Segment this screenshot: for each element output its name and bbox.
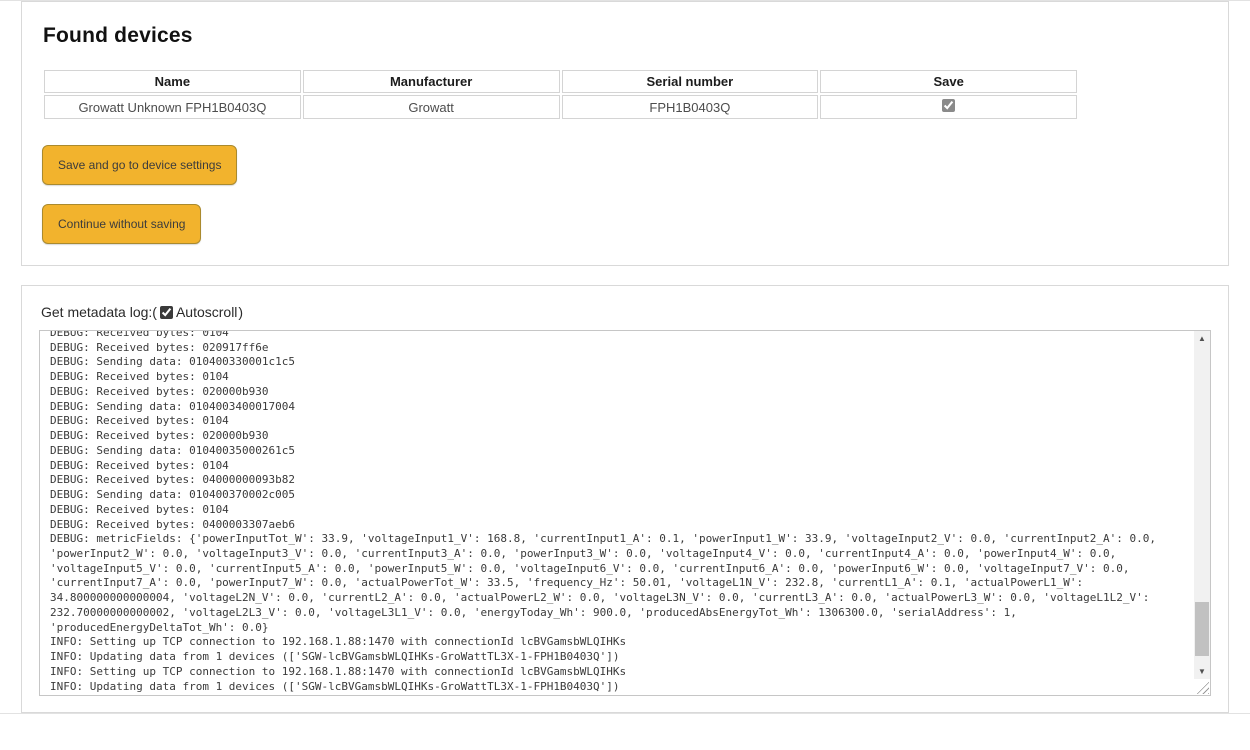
log-text: DEBUG: Received bytes: 0104 DEBUG: Recei…: [40, 330, 1193, 695]
scroll-up-icon[interactable]: ▲: [1194, 331, 1210, 346]
scrollbar-thumb[interactable]: [1195, 602, 1209, 656]
column-header-serial: Serial number: [562, 70, 819, 93]
table-row: Growatt Unknown FPH1B0403Q Growatt FPH1B…: [44, 95, 1077, 119]
metadata-log-output[interactable]: DEBUG: Received bytes: 0104 DEBUG: Recei…: [39, 330, 1211, 696]
found-devices-panel: Found devices Name Manufacturer Serial n…: [21, 1, 1229, 266]
log-label-suffix: ): [238, 304, 243, 320]
page: Found devices Name Manufacturer Serial n…: [0, 0, 1250, 750]
column-header-save: Save: [820, 70, 1077, 93]
bottom-divider: [0, 713, 1250, 714]
devices-table: Name Manufacturer Serial number Save Gro…: [42, 68, 1079, 121]
autoscroll-checkbox[interactable]: [160, 306, 173, 319]
continue-without-saving-button[interactable]: Continue without saving: [42, 204, 201, 244]
column-header-name: Name: [44, 70, 301, 93]
save-checkbox[interactable]: [942, 99, 955, 112]
scroll-down-icon[interactable]: ▼: [1194, 664, 1210, 679]
device-save-cell: [820, 95, 1077, 119]
log-label-prefix: Get metadata log:(: [41, 304, 157, 320]
log-scrollbar[interactable]: ▲ ▼: [1194, 331, 1210, 679]
resize-grip[interactable]: [1195, 680, 1209, 694]
page-title: Found devices: [43, 24, 1208, 48]
save-devices-button[interactable]: Save and go to device settings: [42, 145, 237, 185]
device-serial-cell: FPH1B0403Q: [562, 95, 819, 119]
device-manufacturer-cell: Growatt: [303, 95, 560, 119]
log-label: Get metadata log:( Autoscroll ): [41, 304, 1211, 320]
device-name-cell: Growatt Unknown FPH1B0403Q: [44, 95, 301, 119]
log-panel: Get metadata log:( Autoscroll ) DEBUG: R…: [21, 285, 1229, 713]
autoscroll-label: Autoscroll: [176, 304, 237, 320]
table-header-row: Name Manufacturer Serial number Save: [44, 70, 1077, 93]
column-header-manufacturer: Manufacturer: [303, 70, 560, 93]
